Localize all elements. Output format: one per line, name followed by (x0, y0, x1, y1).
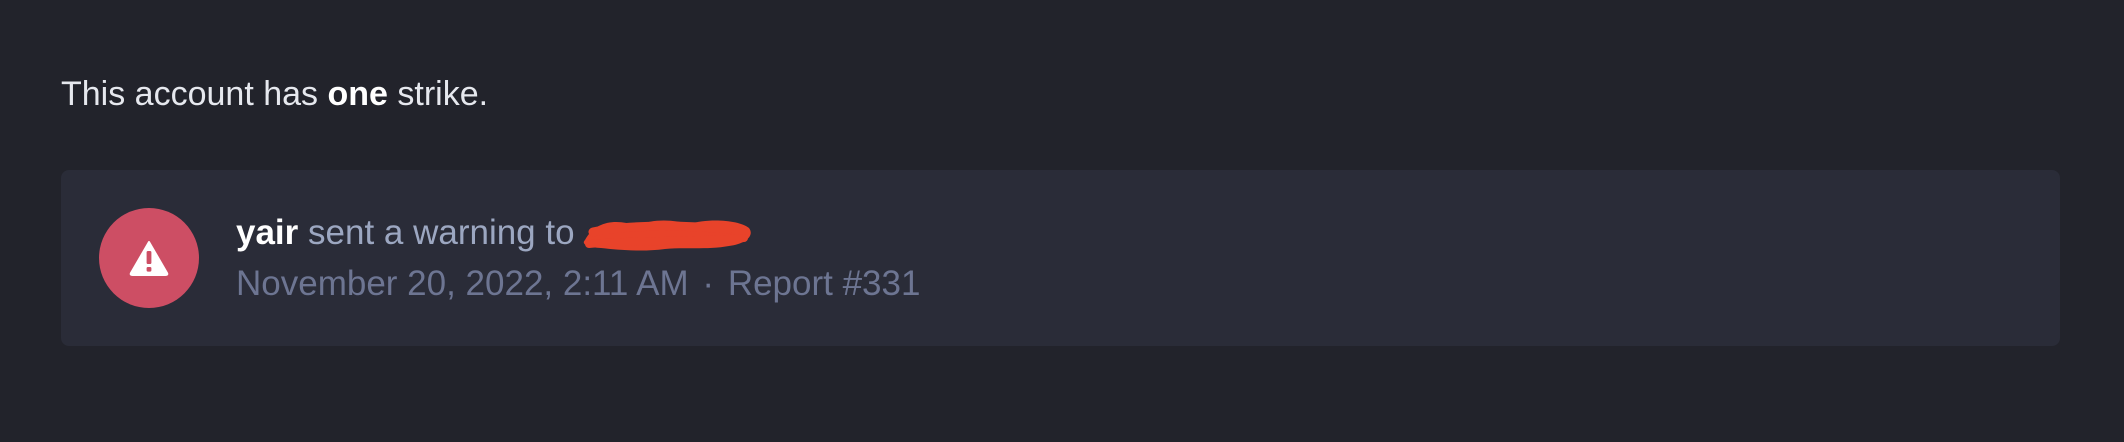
redaction-scribble (583, 220, 751, 251)
warning-triangle-icon (129, 241, 169, 276)
strike-date: November 20, 2022, 2:11 AM (236, 264, 689, 303)
strike-meta: November 20, 2022, 2:11 AM · Report #331 (236, 261, 920, 307)
strike-summary: This account has one strike. (61, 70, 488, 118)
strike-event: yair sent a warning to (236, 210, 757, 256)
summary-prefix: This account has (61, 75, 319, 113)
report-link[interactable]: Report #331 (728, 264, 921, 303)
meta-separator: · (702, 264, 715, 303)
strike-action: sent a warning to (308, 213, 575, 252)
strike-card: yair sent a warning to November 20, 2022… (61, 170, 2060, 346)
strike-count: one (327, 75, 388, 113)
redacted-target (579, 214, 757, 254)
warning-badge (99, 208, 199, 308)
moderator-name[interactable]: yair (236, 213, 298, 252)
summary-suffix: strike. (397, 75, 489, 113)
